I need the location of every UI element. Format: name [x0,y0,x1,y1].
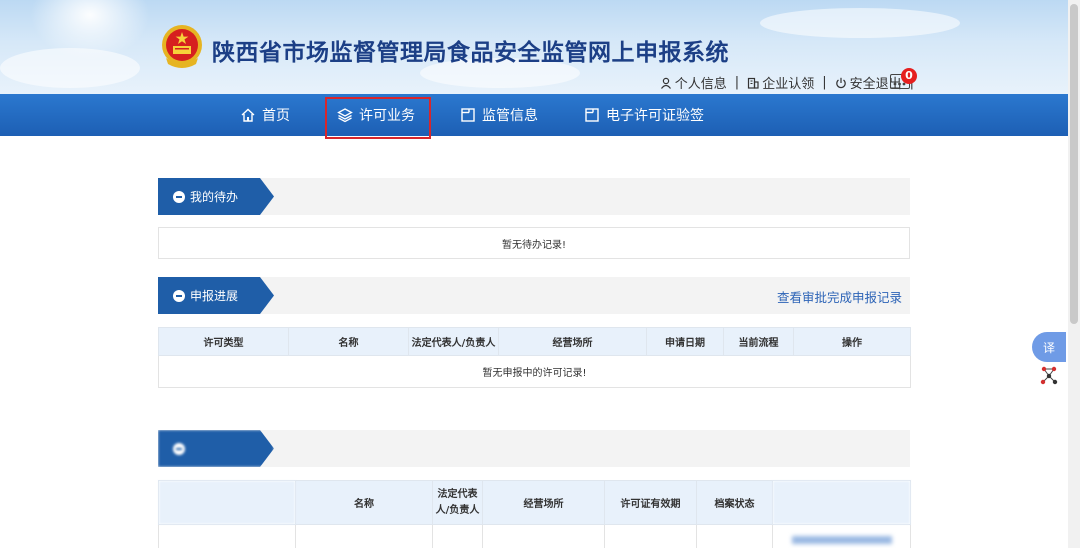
column-header: 法定代表人/负责人 [408,327,499,356]
user-links: 个人信息 | 企业认领 | 安全退出 | [660,73,922,92]
view-approved-records-link[interactable]: 查看审批完成申报记录 [777,287,902,306]
nav-e-license-verify[interactable]: 电子许可证验签 [584,94,704,136]
table-cell [772,524,911,548]
nav-supervision-info-label: 监管信息 [482,108,538,124]
table-cell [158,524,296,548]
main-nav: 首页 许可业务 监管信息 电子许可证验签 [0,94,1068,136]
cloud-decoration [760,8,960,38]
building-icon [748,77,759,89]
profile-link[interactable]: 个人信息 [660,73,727,92]
highlight-box [325,97,431,139]
system-title: 陕西省市场监督管理局食品安全监管网上申报系统 [212,40,729,66]
column-header: 法定代表人/负责人 [432,480,483,525]
translate-button[interactable]: 译 [1032,332,1066,362]
table-cell [696,524,773,548]
column-header-blurred [772,480,911,525]
table-cell [295,524,433,548]
todo-tab: 我的待办 [158,178,274,215]
folder-icon [585,108,599,122]
column-header: 许可类型 [158,327,289,356]
column-header: 档案状态 [696,480,773,525]
table-cell [432,524,483,548]
column-header: 申请日期 [646,327,724,356]
list-icon [173,289,185,302]
enterprise-claim-label: 企业认领 [762,77,815,92]
list-icon [173,190,185,203]
column-header: 操作 [793,327,911,356]
license-section-header [158,430,910,467]
column-header: 名称 [295,480,433,525]
todo-section-header: 我的待办 [158,178,910,215]
column-header: 经营场所 [482,480,605,525]
table-row [158,524,911,548]
home-icon [241,108,255,122]
vertical-scrollbar[interactable] [1068,0,1080,548]
progress-empty-message: 暂无申报中的许可记录! [158,355,911,388]
column-header-blurred [158,480,296,525]
column-header: 当前流程 [723,327,794,356]
progress-tab: 申报进展 [158,277,274,314]
todo-title: 我的待办 [190,190,239,204]
table-cell [604,524,697,548]
list-icon [173,442,185,455]
nav-e-license-verify-label: 电子许可证验签 [606,108,704,124]
nav-supervision-info[interactable]: 监管信息 [460,94,538,136]
table-header-row: 名称 法定代表人/负责人 经营场所 许可证有效期 档案状态 [158,480,911,525]
todo-empty-message: 暂无待办记录! [158,227,910,259]
license-tab [158,430,274,467]
progress-section-header: 申报进展 查看审批完成申报记录 [158,277,910,314]
enterprise-claim-link[interactable]: 企业认领 [747,73,814,92]
column-header: 经营场所 [498,327,647,356]
scrollbar-thumb[interactable] [1070,4,1078,324]
link-separator: | [822,75,827,90]
table-row: 暂无申报中的许可记录! [158,355,911,388]
link-separator: | [734,75,740,90]
progress-table: 许可类型 名称 法定代表人/负责人 经营场所 申请日期 当前流程 操作 暂无申报… [158,327,911,388]
profile-link-label: 个人信息 [674,77,727,92]
license-table: 名称 法定代表人/负责人 经营场所 许可证有效期 档案状态 [158,480,911,548]
message-count-badge: 0 [901,68,917,84]
nav-home-label: 首页 [262,108,290,124]
folder-icon [461,108,475,122]
table-cell [482,524,605,548]
column-header: 许可证有效期 [604,480,697,525]
blurred-action-link[interactable] [791,535,892,544]
power-icon [835,77,846,88]
nav-home[interactable]: 首页 [240,94,290,136]
user-icon [660,77,671,89]
column-header: 名称 [288,327,409,356]
network-icon[interactable] [1036,364,1062,386]
progress-title: 申报进展 [190,289,239,303]
cloud-decoration [0,48,140,88]
national-emblem-logo [162,25,202,68]
table-header-row: 许可类型 名称 法定代表人/负责人 经营场所 申请日期 当前流程 操作 [158,327,911,356]
translate-label: 译 [1042,340,1055,355]
